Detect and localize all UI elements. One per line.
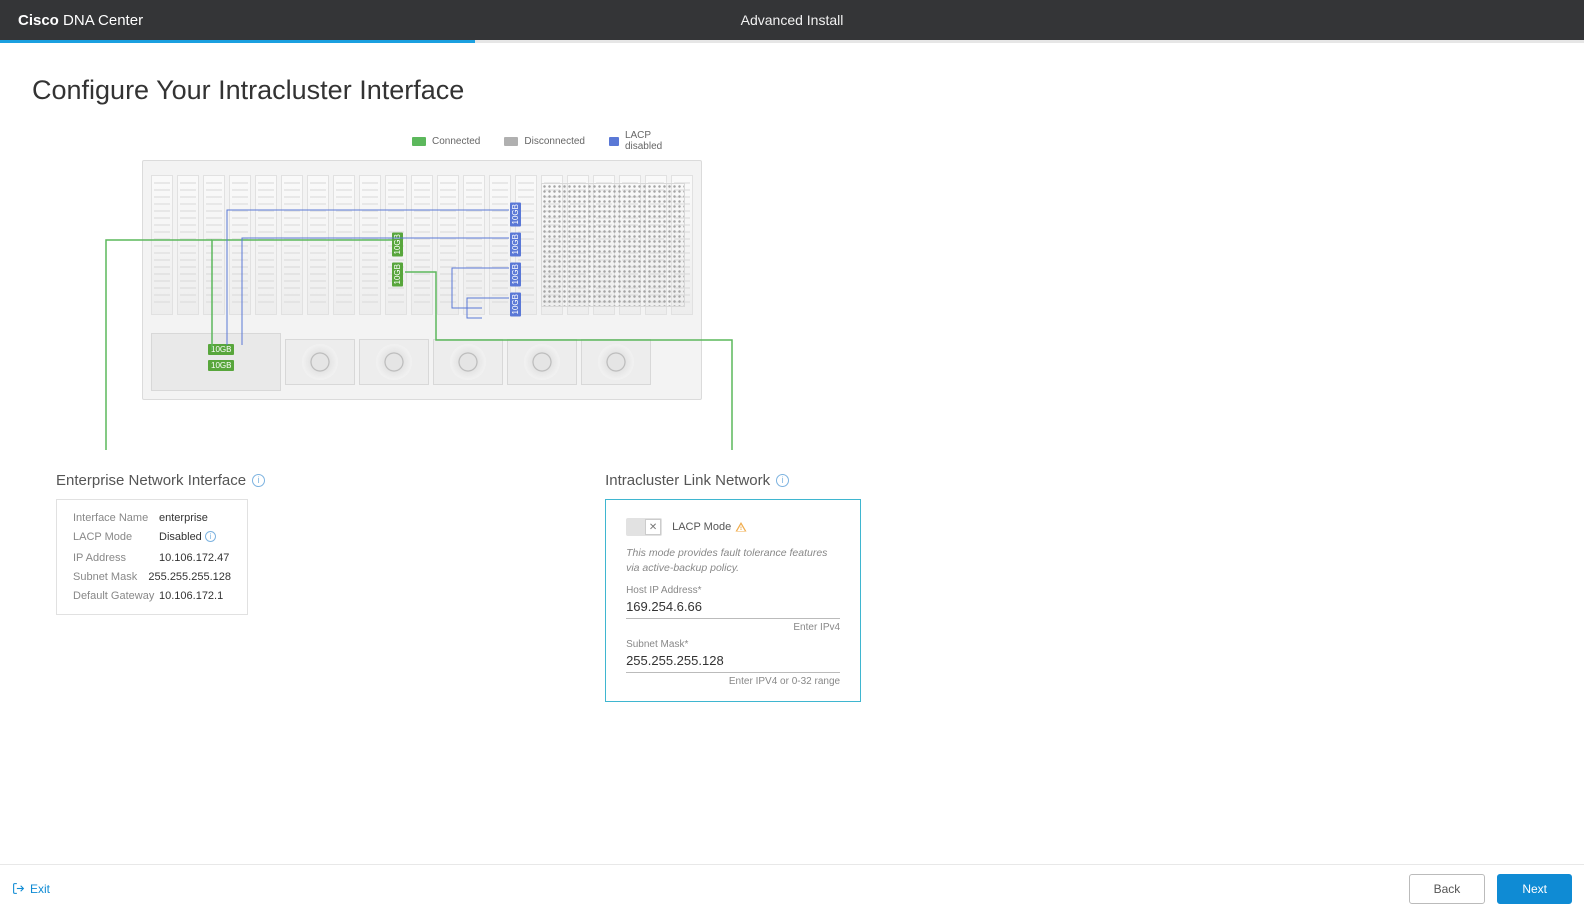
info-icon[interactable]: i [205,531,216,542]
vent [541,183,685,307]
legend-lacp: LACP disabled [609,130,672,152]
row-value: Disabled [159,531,202,545]
port-tag-blue: 10GB [510,202,521,226]
port-tag-blue: 10GB [510,262,521,286]
brand-rest: DNA Center [59,12,143,29]
enterprise-section: Enterprise Network Interface i Interface… [56,472,265,702]
host-ip-label: Host IP Address* [626,585,840,596]
host-ip-hint: Enter IPv4 [626,622,840,633]
port-tag-green: 10GB [392,232,403,256]
port-tag-blue: 10GB [510,232,521,256]
intracluster-form: ✕ LACP Mode This mode provides fault tol… [605,499,861,702]
fan [285,339,355,385]
enterprise-heading: Enterprise Network Interface [56,472,246,489]
exit-label: Exit [30,882,50,896]
server-diagram: 10GB 10GB 10GB 10GB 10GB 10GB 10GB 10GB [72,160,872,460]
row-label: IP Address [73,552,159,564]
progress-fill [0,40,475,43]
brand: Cisco DNA Center [18,12,143,29]
subnet-label: Subnet Mask* [626,639,840,650]
legend-connected: Connected [412,130,480,152]
host-ip-input[interactable] [626,596,840,619]
lacp-toggle[interactable]: ✕ [626,518,662,536]
row-value: enterprise [159,512,208,524]
fan [507,339,577,385]
intracluster-heading: Intracluster Link Network [605,472,770,489]
subnet-input[interactable] [626,650,840,673]
info-icon[interactable]: i [776,474,789,487]
port-tag-green-h: 10GB [208,344,234,355]
row-value: 255.255.255.128 [148,571,231,583]
topbar: Cisco DNA Center Advanced Install [0,0,1584,40]
port-tag-green: 10GB [392,262,403,286]
row-label: Default Gateway [73,590,159,602]
lacp-mode-label: LACP Mode [672,521,731,533]
warning-icon [735,521,747,533]
swatch-grey [504,137,518,146]
row-label: Subnet Mask [73,571,148,583]
exit-link[interactable]: Exit [12,882,50,896]
back-button[interactable]: Back [1409,874,1486,904]
port-tag-blue: 10GB [510,292,521,316]
legend: Connected Disconnected LACP disabled [412,130,672,152]
subnet-hint: Enter IPV4 or 0-32 range [626,676,840,687]
swatch-blue [609,137,619,146]
info-icon[interactable]: i [252,474,265,487]
install-mode: Advanced Install [741,12,844,28]
fan [359,339,429,385]
next-button[interactable]: Next [1497,874,1572,904]
row-value: 10.106.172.1 [159,590,223,602]
row-value: 10.106.172.47 [159,552,229,564]
row-label: LACP Mode [73,531,159,545]
legend-disconnected: Disconnected [504,130,585,152]
lacp-description: This mode provides fault tolerance featu… [626,546,840,575]
footer: Exit Back Next [0,864,1584,912]
port-tag-green-h: 10GB [208,360,234,371]
close-icon: ✕ [645,519,661,535]
exit-icon [12,882,25,895]
swatch-green [412,137,426,146]
progress-bar [0,40,1584,43]
row-label: Interface Name [73,512,159,524]
intracluster-section: Intracluster Link Network i ✕ LACP Mode … [605,472,861,702]
fan [581,339,651,385]
enterprise-info-box: Interface Nameenterprise LACP ModeDisabl… [56,499,248,615]
brand-bold: Cisco [18,12,59,29]
fan [433,339,503,385]
page-title: Configure Your Intracluster Interface [32,75,1584,106]
